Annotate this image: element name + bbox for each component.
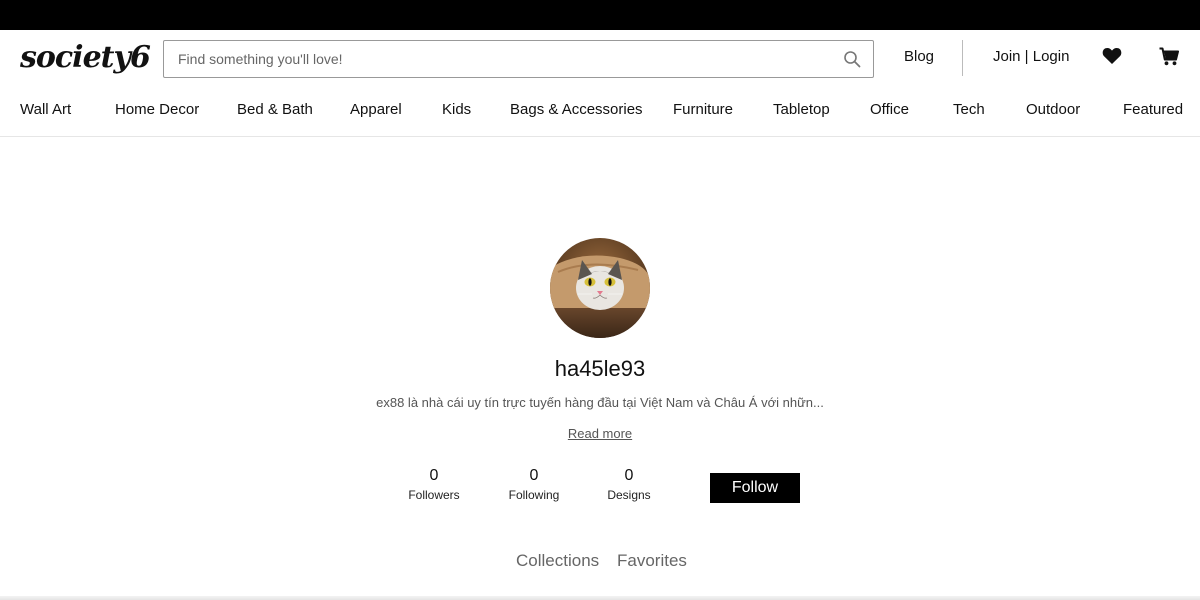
search-input[interactable]: [178, 41, 818, 77]
profile-username: ha45le93: [554, 356, 646, 381]
read-more-row: Read more: [0, 426, 1200, 441]
designs-label: Designs: [607, 488, 651, 502]
site-header: society6 Blog Join | Login: [0, 30, 1200, 88]
cat-avatar-image: [550, 238, 650, 338]
heart-icon[interactable]: [1102, 47, 1122, 65]
following-label: Following: [508, 488, 560, 502]
following-stat[interactable]: 0 Following: [484, 466, 584, 504]
follow-button[interactable]: Follow: [710, 473, 800, 503]
category-nav: Wall Art Home Decor Bed & Bath Apparel K…: [0, 88, 1200, 137]
profile-bio: ex88 là nhà cái uy tín trực tuyến hàng đ…: [376, 395, 824, 410]
nav-item-apparel[interactable]: Apparel: [350, 101, 402, 118]
nav-item-featured[interactable]: Featured: [1123, 101, 1183, 118]
nav-item-furniture[interactable]: Furniture: [673, 101, 733, 118]
tab-favorites[interactable]: Favorites: [617, 551, 687, 571]
followers-count: 0: [429, 467, 439, 484]
tab-collections[interactable]: Collections: [516, 551, 599, 571]
nav-item-kids[interactable]: Kids: [442, 101, 471, 118]
following-count: 0: [529, 467, 539, 484]
nav-item-outdoor[interactable]: Outdoor: [1026, 101, 1080, 118]
nav-item-wall-art[interactable]: Wall Art: [20, 101, 71, 118]
nav-item-office[interactable]: Office: [870, 101, 909, 118]
designs-count: 0: [624, 467, 634, 484]
followers-label: Followers: [408, 488, 460, 502]
society6-logo[interactable]: society6: [20, 40, 151, 76]
nav-item-bags-accessories[interactable]: Bags & Accessories: [510, 101, 643, 118]
nav-item-tabletop[interactable]: Tabletop: [773, 101, 830, 118]
followers-stat[interactable]: 0 Followers: [384, 466, 484, 504]
nav-item-home-decor[interactable]: Home Decor: [115, 101, 199, 118]
search-box: [163, 40, 874, 78]
profile-avatar: [550, 238, 650, 338]
header-divider: [962, 40, 963, 76]
cart-icon[interactable]: [1159, 47, 1179, 66]
nav-item-tech[interactable]: Tech: [953, 101, 985, 118]
content-divider: [0, 596, 1200, 600]
top-black-bar: [0, 0, 1200, 30]
search-icon[interactable]: [843, 50, 861, 68]
read-more-link[interactable]: Read more: [568, 426, 632, 441]
join-login-link[interactable]: Join | Login: [993, 48, 1069, 65]
designs-stat[interactable]: 0 Designs: [579, 466, 679, 504]
blog-link[interactable]: Blog: [904, 48, 934, 65]
nav-item-bed-bath[interactable]: Bed & Bath: [237, 101, 313, 118]
